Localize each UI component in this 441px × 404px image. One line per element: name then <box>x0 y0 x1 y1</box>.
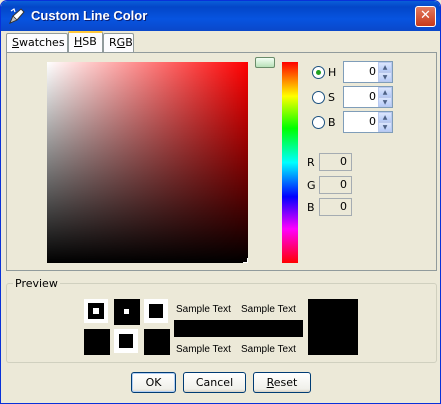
ok-button[interactable]: OK <box>131 372 176 393</box>
chevron-up-icon[interactable]: ▲ <box>378 87 392 97</box>
preview-swatch-5-inner <box>119 334 133 348</box>
hue-slider[interactable] <box>282 62 298 263</box>
sample-text-4: Sample Text <box>241 344 296 355</box>
tab-hsb-label: SB <box>82 35 97 48</box>
close-button[interactable]: ✕ <box>415 6 436 27</box>
chevron-up-icon[interactable]: ▲ <box>378 62 392 72</box>
sample-text-1: Sample Text <box>176 304 231 315</box>
green-value: 0 <box>319 176 352 194</box>
radio-hue[interactable] <box>312 66 325 79</box>
red-label: R <box>307 156 315 169</box>
reset-label: eset <box>273 376 298 389</box>
brightness-spinner[interactable]: 0 ▲ ▼ <box>343 111 393 133</box>
saturation-value[interactable]: 0 <box>369 90 376 103</box>
tab-rgb[interactable]: RGB <box>103 33 134 52</box>
dialog-window: Custom Line Color ✕ Swatches HSB RGB H 0… <box>0 0 441 404</box>
picker-cursor[interactable] <box>243 258 248 263</box>
preview-swatch-3 <box>144 299 168 323</box>
brightness-spinner-buttons: ▲ ▼ <box>378 112 392 132</box>
preview-text-background <box>174 320 303 337</box>
tab-hsb[interactable]: HSB <box>68 31 103 52</box>
saturation-brightness-picker[interactable] <box>47 62 248 263</box>
cancel-button[interactable]: Cancel <box>183 372 246 393</box>
tab-swatches[interactable]: Swatches <box>6 33 68 52</box>
chevron-down-icon[interactable]: ▼ <box>378 97 392 107</box>
preview-color-swatch <box>308 299 358 355</box>
hue-slider-thumb[interactable] <box>255 57 275 68</box>
hue-spinner-buttons: ▲ ▼ <box>378 62 392 82</box>
chevron-up-icon[interactable]: ▲ <box>378 112 392 122</box>
radio-saturation-label: S <box>328 91 335 104</box>
preview-swatch-6 <box>144 329 170 355</box>
preview-swatch-1 <box>84 299 108 323</box>
close-icon: ✕ <box>420 8 431 23</box>
tab-swatches-mnemonic: S <box>12 36 19 49</box>
preview-swatch-4 <box>84 329 110 355</box>
radio-brightness[interactable] <box>312 116 325 129</box>
sample-text-2: Sample Text <box>241 304 296 315</box>
reset-button[interactable]: Reset <box>253 372 311 393</box>
title-bar[interactable]: Custom Line Color ✕ <box>1 1 440 31</box>
pen-icon <box>9 8 25 24</box>
tab-rgb-label-b: B <box>125 36 133 49</box>
preview-swatch-1-dot <box>93 308 99 314</box>
preview-swatch-2-dot <box>124 309 129 314</box>
reset-mnemonic: R <box>266 376 274 389</box>
radio-brightness-label: B <box>328 116 336 129</box>
tab-rgb-mnemonic: G <box>116 36 126 49</box>
hue-value[interactable]: 0 <box>369 65 376 78</box>
hue-spinner[interactable]: 0 ▲ ▼ <box>343 61 393 83</box>
preview-legend: Preview <box>13 277 60 290</box>
preview-swatch-3-inner <box>149 304 163 318</box>
blue-label: B <box>307 201 315 214</box>
chevron-down-icon[interactable]: ▼ <box>378 122 392 132</box>
radio-saturation[interactable] <box>312 91 325 104</box>
red-value: 0 <box>319 153 352 171</box>
window-title: Custom Line Color <box>31 8 148 23</box>
tab-swatches-label: watches <box>18 36 65 49</box>
blue-value: 0 <box>319 198 352 216</box>
chevron-down-icon[interactable]: ▼ <box>378 72 392 82</box>
brightness-value[interactable]: 0 <box>369 115 376 128</box>
preview-swatch-2 <box>114 299 140 325</box>
tab-rgb-label-r: R <box>109 36 117 49</box>
sample-text-3: Sample Text <box>176 344 231 355</box>
preview-swatch-1-inner <box>88 303 104 319</box>
saturation-spinner[interactable]: 0 ▲ ▼ <box>343 86 393 108</box>
radio-hue-label: H <box>328 66 337 79</box>
preview-swatch-5 <box>114 329 138 353</box>
green-label: G <box>307 179 316 192</box>
saturation-spinner-buttons: ▲ ▼ <box>378 87 392 107</box>
